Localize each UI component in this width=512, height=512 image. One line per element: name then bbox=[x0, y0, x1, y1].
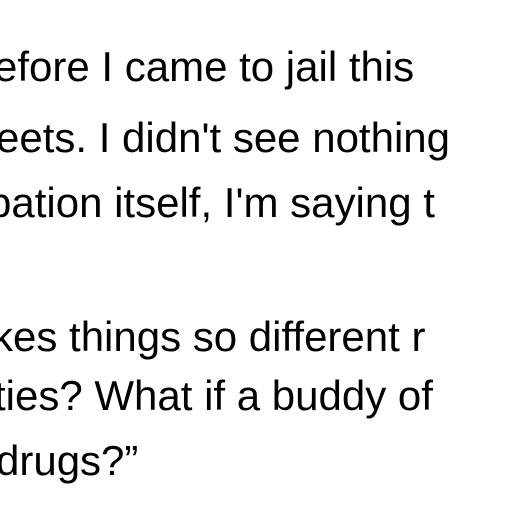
paragraph-1-line-1: efore I came to jail this bbox=[0, 43, 415, 90]
paragraph-2-line-2: ties? What if a buddy of bbox=[0, 372, 433, 419]
paragraph-2-line-1: kes things so different r bbox=[0, 313, 426, 360]
paragraph-1-line-3: pation itself, I'm saying t bbox=[0, 179, 435, 226]
paragraph-2-line-3: drugs?” bbox=[0, 437, 139, 484]
paragraph-1-line-2: eets. I didn't see nothing bbox=[0, 114, 451, 161]
document-page: efore I came to jail this eets. I didn't… bbox=[0, 0, 512, 512]
